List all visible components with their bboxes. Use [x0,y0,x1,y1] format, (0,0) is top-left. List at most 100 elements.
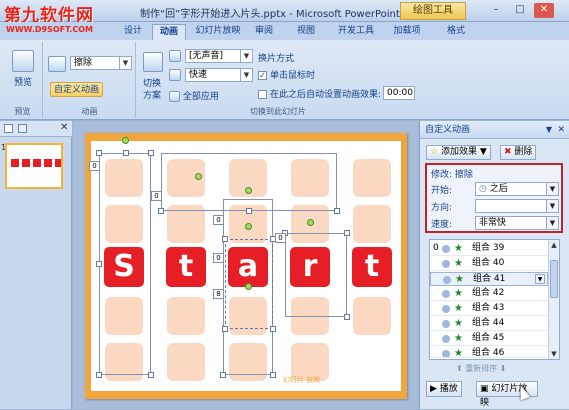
animation-effect-select[interactable]: 擦除 ▼ [70,56,132,70]
animation-order-marker[interactable]: 0 [213,253,224,263]
slide-footer-text: 幻灯片 放映 [283,376,321,384]
tab-review[interactable]: 审阅 [252,24,276,40]
animation-effect-value: 擦除 [74,58,93,68]
speed-select[interactable]: 非常快 ▼ [475,216,559,230]
chevron-down-icon: ▼ [546,217,558,229]
resize-handle[interactable] [96,372,102,378]
tab-design[interactable]: 设计 [118,24,148,40]
resize-handle[interactable] [123,150,129,156]
star-icon: ★ [454,348,463,358]
list-item[interactable]: ★ 组合 45 [430,332,548,346]
resize-handle[interactable] [148,372,154,378]
rotation-handle[interactable] [245,223,252,230]
list-item[interactable]: ★ 组合 43 [430,302,548,316]
tile[interactable] [353,297,391,335]
list-item[interactable]: ★ 组合 44 [430,317,548,331]
resize-handle[interactable] [344,230,350,236]
add-effect-button[interactable]: ☆ 添加效果 ▼ [426,145,491,160]
reorder-control[interactable]: ⬆ 重新排序 ⬇ [456,363,507,374]
context-tab-drawing-tools[interactable]: 绘图工具 [400,2,466,20]
close-icon[interactable]: ✕ [534,3,554,18]
apply-all-button[interactable]: 全部应用 [169,89,219,102]
slide-canvas[interactable]: S t a r t 0 0 0 0 0 8 幻灯片 放映 [85,133,407,399]
resize-handle[interactable] [344,314,350,320]
animation-order-marker[interactable]: 8 [213,289,224,299]
list-item[interactable]: 0 ★ 组合 39 [430,242,548,256]
list-item[interactable]: ★ 组合 41 ▼ [430,272,548,286]
resize-handle[interactable] [246,208,252,214]
play-button[interactable]: ▶ 播放 [426,381,462,397]
group-preview: 预览 预览 [3,42,43,118]
rotation-handle[interactable] [245,187,252,194]
transition-sound-select[interactable]: [无声音] ▼ [185,49,253,63]
reorder-label: 重新排序 [465,364,498,373]
on-click-checkbox[interactable]: ✓ 单击鼠标时 [258,68,315,81]
group-selection-box[interactable] [285,233,347,317]
auto-advance-checkbox[interactable]: 在此之后自动设置动画效果: [258,87,381,100]
tab-view[interactable]: 视图 [294,24,318,40]
pane-menu-chevron-icon[interactable]: ▼ [546,121,552,139]
animation-order-marker[interactable]: 0 [151,191,162,201]
list-item[interactable]: ★ 组合 46 [430,347,548,358]
animation-order-marker[interactable]: 0 [275,233,286,243]
rotation-handle[interactable] [122,137,129,144]
direction-select[interactable]: ▼ [475,199,559,213]
chevron-down-icon[interactable]: ▼ [535,274,545,284]
list-item[interactable]: ★ 组合 42 [430,287,548,301]
close-pane-icon[interactable]: ✕ [557,121,565,139]
rotation-handle[interactable] [245,283,252,290]
letter-tile-t2[interactable]: t [352,247,392,287]
clock-icon [442,305,450,313]
minimize-icon[interactable]: – [486,3,506,18]
start-select[interactable]: ◷ 之后 ▼ [475,182,559,196]
clock-icon: ◷ [479,184,487,194]
animation-order-marker[interactable]: 0 [89,161,100,171]
tab-developer[interactable]: 开发工具 [334,24,378,40]
outline-tab-icon[interactable] [18,124,27,133]
close-pane-icon[interactable]: ✕ [60,122,68,133]
resize-handle[interactable] [148,150,154,156]
transition-scheme-button[interactable]: 切换 方案 [143,78,161,102]
slides-tab-icon[interactable] [4,124,13,133]
slide-left-border [85,133,91,399]
resize-handle[interactable] [158,208,164,214]
tile[interactable] [167,297,205,335]
resize-handle[interactable] [96,150,102,156]
resize-handle[interactable] [222,326,228,332]
scroll-down-icon[interactable]: ▼ [549,349,559,359]
slideshow-icon: ▣ [480,384,489,394]
tile[interactable] [167,343,205,381]
remove-effect-button[interactable]: ✖ 删除 [500,145,537,160]
list-item[interactable]: ★ 组合 40 [430,257,548,271]
tile[interactable] [353,205,391,243]
reorder-up-icon[interactable]: ⬆ [456,364,463,373]
resize-handle[interactable] [222,236,228,242]
slide-thumbnail[interactable] [5,143,63,189]
tab-animation[interactable]: 动画 [152,24,186,40]
scroll-up-icon[interactable]: ▲ [549,240,559,250]
tile[interactable] [353,159,391,197]
maximize-icon[interactable]: □ [510,3,530,18]
resize-handle[interactable] [220,372,226,378]
rotation-handle[interactable] [307,219,314,226]
resize-handle[interactable] [334,208,340,214]
reorder-down-icon[interactable]: ⬇ [500,364,507,373]
resize-handle[interactable] [270,372,276,378]
letter-tile-t[interactable]: t [166,247,206,287]
animation-order-marker[interactable]: 0 [213,215,224,225]
tab-addins[interactable]: 加载项 [390,24,424,40]
auto-advance-time-input[interactable]: 00:00 [383,86,415,100]
tab-slideshow[interactable]: 幻灯片放映 [192,24,244,40]
resize-handle[interactable] [270,326,276,332]
group-selection-box[interactable] [99,153,151,375]
transition-scheme-icon [143,52,163,72]
checkbox-checked-icon: ✓ [258,71,267,80]
tab-format[interactable]: 格式 [444,24,468,40]
resize-handle[interactable] [96,261,102,267]
custom-animation-button[interactable]: 自定义动画 [50,82,104,97]
preview-button[interactable]: 预览 [9,50,37,88]
transition-speed-select[interactable]: 快速 ▼ [185,68,253,82]
rotation-handle[interactable] [195,173,202,180]
animation-list-scrollbar[interactable]: ▲ ▼ [548,240,559,359]
scroll-thumb[interactable] [550,260,558,298]
